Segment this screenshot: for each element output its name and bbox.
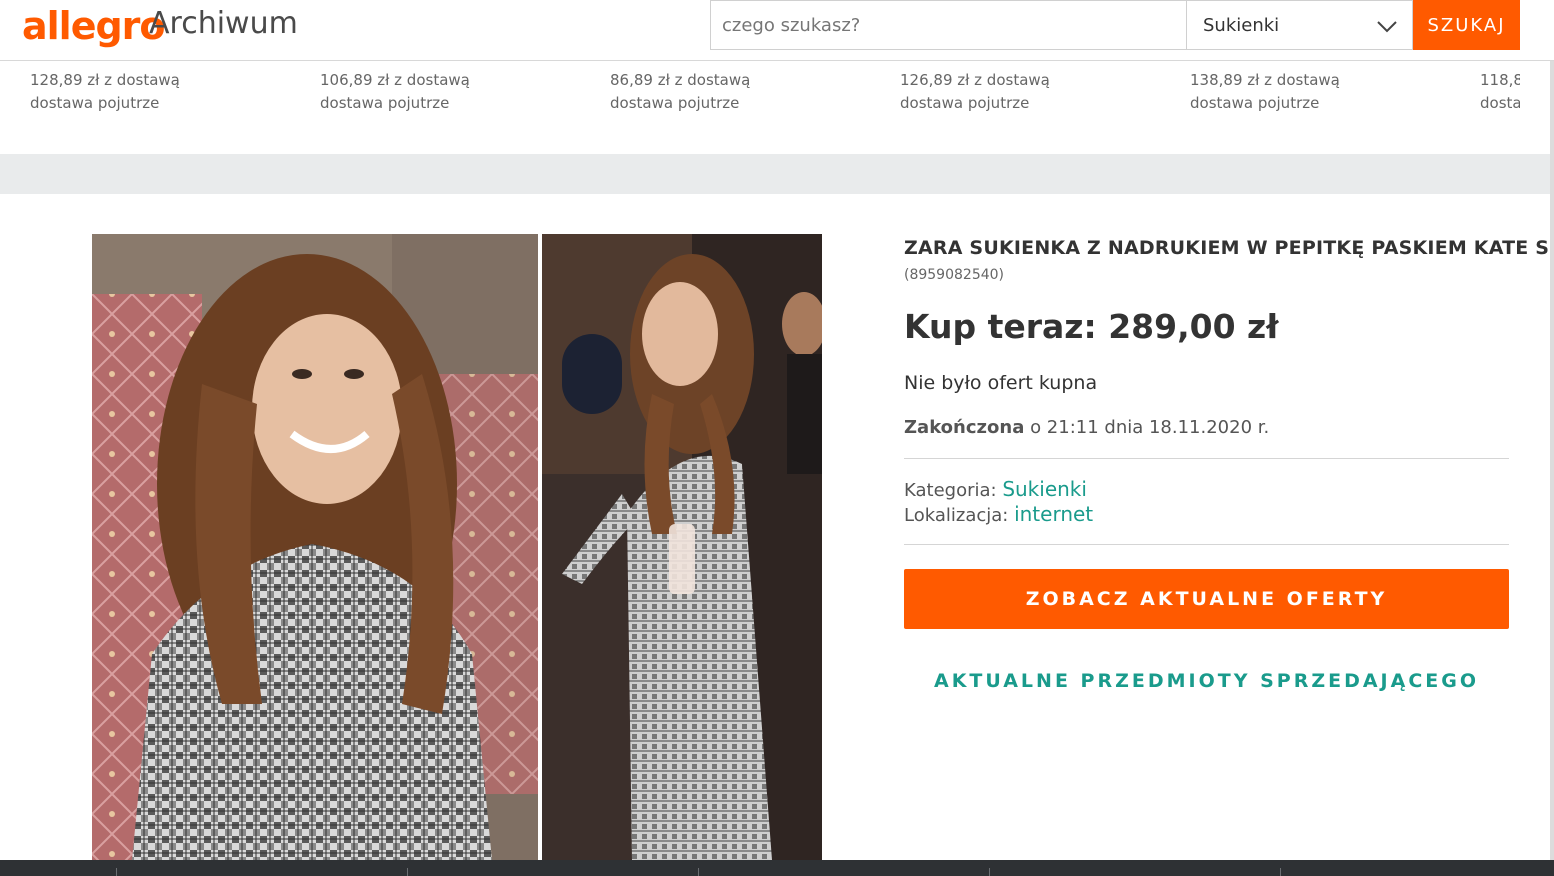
offer-price: Kup teraz: 289,00 zł <box>904 307 1279 346</box>
location-label: Lokalizacja: <box>904 505 1015 526</box>
strip-item-price: 138,89 zł z dostawą <box>1190 71 1340 89</box>
strip-item-delivery: dostawa pojutrze <box>320 94 450 112</box>
strip-item-delivery: dostawa pojutrze <box>1190 94 1320 112</box>
offer-title: ZARA SUKIENKA Z NADRUKIEM W PEPITKĘ PASK… <box>904 237 1550 259</box>
strip-item-price: 128,89 zł z dostawą <box>30 71 180 89</box>
category-select-value: Sukienki <box>1203 14 1280 36</box>
product-photo-graphic <box>92 234 822 860</box>
strip-item[interactable]: 106,89 zł z dostawą dostawa pojutrze <box>320 69 470 115</box>
category-link[interactable]: Sukienki <box>1002 477 1087 501</box>
bottom-separator <box>989 868 990 876</box>
seller-items-link[interactable]: AKTUALNE PRZEDMIOTY SPRZEDAJĄCEGO <box>904 670 1509 692</box>
category-label: Kategoria: <box>904 480 1003 501</box>
category-row: Kategoria: Sukienki <box>904 477 1087 501</box>
ended-date: o 21:11 dnia 18.11.2020 r. <box>1024 417 1270 438</box>
strip-item-price: 118,8 <box>1480 71 1520 89</box>
search-button[interactable]: SZUKAJ <box>1413 0 1520 50</box>
strip-item[interactable]: 126,89 zł z dostawą dostawa pojutrze <box>900 69 1050 115</box>
see-current-offers-button[interactable]: ZOBACZ AKTUALNE OFERTY <box>904 569 1509 629</box>
archive-label: Archiwum <box>149 6 298 41</box>
chevron-down-icon <box>1377 21 1397 33</box>
offer-ended: Zakończona o 21:11 dnia 18.11.2020 r. <box>904 417 1269 438</box>
strip-item[interactable]: 86,89 zł z dostawą dostawa pojutrze <box>610 69 750 115</box>
bottom-separator <box>698 868 699 876</box>
strip-item-delivery: dostawa pojutrze <box>610 94 740 112</box>
strip-item[interactable]: 118,8 dosta <box>1480 69 1520 115</box>
category-select[interactable]: Sukienki <box>1186 0 1413 50</box>
scrollbar[interactable] <box>1550 61 1554 861</box>
strip-item-delivery: dostawa pojutrze <box>30 94 160 112</box>
strip-item-price: 106,89 zł z dostawą <box>320 71 470 89</box>
location-row: Lokalizacja: internet <box>904 502 1093 526</box>
section-divider <box>0 154 1550 194</box>
bottom-separator <box>1280 868 1281 876</box>
ended-label: Zakończona <box>904 417 1025 438</box>
search-input[interactable]: czego szukasz? <box>710 0 1187 50</box>
offer-id: (8959082540) <box>904 267 1004 283</box>
bottom-separator <box>407 868 408 876</box>
bottom-separator <box>116 868 117 876</box>
product-photo[interactable] <box>92 234 822 860</box>
allegro-logo[interactable]: allegro <box>22 4 166 48</box>
location-link[interactable]: internet <box>1014 502 1093 526</box>
strip-item-price: 86,89 zł z dostawą <box>610 71 751 89</box>
divider <box>904 458 1509 459</box>
strip-item-delivery: dosta <box>1480 94 1520 112</box>
related-offers-strip: 128,89 zł z dostawą dostawa pojutrze 106… <box>0 61 1520 154</box>
offer-status: Nie było ofert kupna <box>904 372 1098 394</box>
divider <box>904 544 1509 545</box>
strip-item[interactable]: 128,89 zł z dostawą dostawa pojutrze <box>30 69 180 115</box>
strip-item[interactable]: 138,89 zł z dostawą dostawa pojutrze <box>1190 69 1340 115</box>
strip-item-delivery: dostawa pojutrze <box>900 94 1030 112</box>
strip-item-price: 126,89 zł z dostawą <box>900 71 1050 89</box>
header: allegro Archiwum czego szukasz? Sukienki… <box>0 0 1554 61</box>
bottom-bar <box>0 860 1554 876</box>
